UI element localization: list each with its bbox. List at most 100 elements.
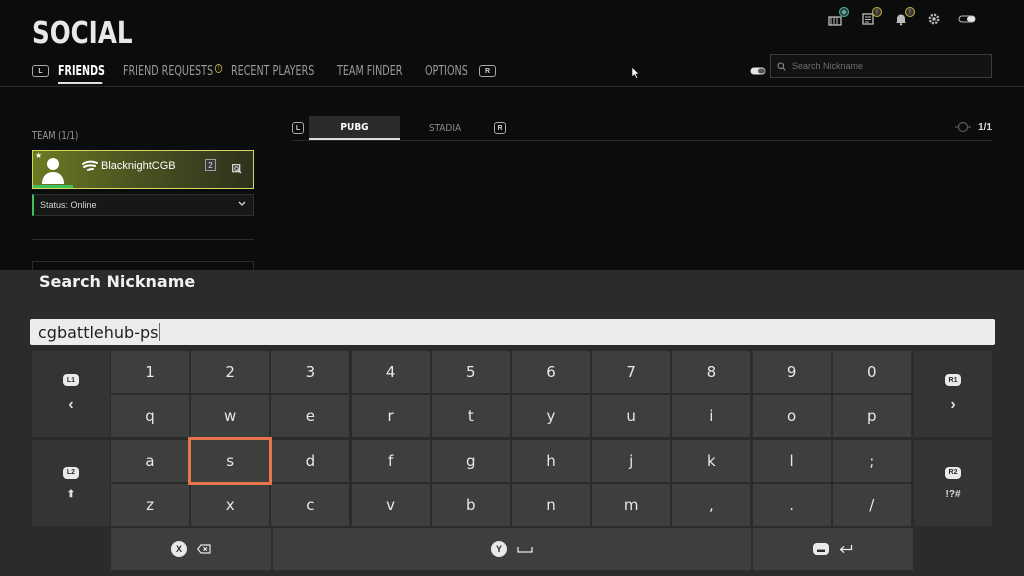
panel-divider [32,239,254,240]
key-j[interactable]: j [592,439,671,482]
key-e[interactable]: e [271,395,350,438]
key-x[interactable]: x [191,484,270,527]
tab-pubg[interactable]: PUBG [309,116,400,140]
chevron-right-icon: › [950,396,956,413]
on-screen-keyboard: Search Nickname cgbattlehub-ps 123456789… [0,270,1024,576]
search-icon [777,61,786,71]
top-icon-bar: ◆ ! ! [826,7,976,28]
enter-icon [839,545,853,554]
keyboard-title: Search Nickname [39,272,196,291]
bell-icon[interactable]: ! [892,7,915,28]
tab-friends[interactable]: FRIENDS [58,64,105,84]
l-trigger-hint: L [292,122,304,134]
store-icon[interactable]: ◆ [826,7,849,28]
l2-button-hint: L2 [63,466,79,479]
key-6[interactable]: 6 [512,351,590,393]
search-input[interactable] [792,61,982,71]
key-t[interactable]: t [431,395,510,438]
key-u[interactable]: u [592,395,671,438]
tab-friend-requests-label: FRIEND REQUESTS [123,63,214,79]
keyboard-text-field[interactable]: cgbattlehub-ps [30,319,995,345]
page-title: SOCIAL [32,16,133,51]
key-k[interactable]: k [672,439,751,482]
key-a[interactable]: a [111,439,189,482]
inspect-profile-icon[interactable] [232,164,242,174]
search-mode-toggle-icon[interactable] [750,62,766,80]
toggle-icon[interactable] [958,10,976,28]
space-icon [517,547,533,553]
l-bumper-hint: L [32,65,49,77]
tab-friend-requests[interactable]: FRIEND REQUESTS! [123,63,223,79]
key-3[interactable]: 3 [271,351,350,393]
key-r[interactable]: r [351,395,430,438]
tab-recent-players[interactable]: RECENT PLAYERS [231,64,318,79]
key-v[interactable]: v [351,484,430,527]
key-c[interactable]: c [271,484,350,527]
enter-key[interactable]: ▬ [753,528,913,570]
mouse-cursor-icon [631,66,640,84]
tab-stadia[interactable]: STADIA [400,116,490,140]
y-button-hint: Y [491,541,507,557]
key-symbol[interactable]: / [832,484,911,527]
keyboard-text-value: cgbattlehub-ps [38,322,159,342]
key-s[interactable]: s [188,436,273,485]
player-level-badge: 2 [205,159,216,171]
key-i[interactable]: i [672,395,751,438]
r2-symbols-key[interactable]: R2 !?# [914,440,992,526]
avatar [42,158,64,184]
backspace-icon [197,544,211,554]
key-y[interactable]: y [512,395,590,438]
bell-badge: ! [905,7,915,17]
chevron-left-icon: ‹ [68,396,74,413]
key-z[interactable]: z [111,484,189,527]
key-1[interactable]: 1 [111,351,189,393]
header-divider [0,86,1024,87]
key-w[interactable]: w [191,395,270,438]
page-nav-icon [955,121,972,133]
news-icon[interactable]: ! [859,7,882,28]
key-8[interactable]: 8 [672,351,751,393]
l2-shift-key[interactable]: L2 ⬆ [32,440,110,526]
team-label: TEAM (1/1) [32,129,79,142]
key-n[interactable]: n [512,484,590,527]
team-member-card[interactable]: ★ BlacknightCGB 2 [32,150,254,189]
key-b[interactable]: b [431,484,510,527]
key-d[interactable]: d [271,439,350,482]
symbols-label: !?# [945,488,961,500]
key-9[interactable]: 9 [752,351,831,393]
page-indicator: 1/1 [954,121,992,133]
tab-options[interactable]: OPTIONS [425,64,469,79]
news-badge: ! [872,7,882,17]
online-indicator [33,185,73,188]
key-symbol[interactable]: ; [832,439,911,482]
space-key[interactable]: Y [273,528,751,570]
backspace-key[interactable]: X [111,528,271,570]
x-button-hint: X [171,541,187,557]
social-nav-tabs: L FRIENDS FRIEND REQUESTS! RECENT PLAYER… [32,60,496,84]
tabs-divider [292,140,992,141]
store-badge-icon: ◆ [839,7,849,17]
key-o[interactable]: o [752,395,831,438]
key-f[interactable]: f [351,439,430,482]
status-dropdown[interactable]: Status: Online [32,194,254,216]
tab-team-finder[interactable]: TEAM FINDER [337,64,409,79]
key-l[interactable]: l [752,439,831,482]
key-2[interactable]: 2 [191,351,270,393]
key-4[interactable]: 4 [351,351,430,393]
gear-icon[interactable] [925,10,943,28]
key-symbol[interactable]: . [752,484,831,527]
search-nickname-field[interactable] [770,54,992,78]
key-p[interactable]: p [832,395,911,438]
key-5[interactable]: 5 [431,351,510,393]
r2-button-hint: R2 [945,466,961,479]
key-q[interactable]: q [111,395,189,438]
key-7[interactable]: 7 [592,351,671,393]
r1-next-key[interactable]: R1 › [914,351,992,437]
shift-arrow-icon: ⬆ [66,488,76,500]
key-m[interactable]: m [592,484,671,527]
key-0[interactable]: 0 [832,351,911,393]
key-symbol[interactable]: , [672,484,751,527]
key-h[interactable]: h [512,439,590,482]
key-g[interactable]: g [431,439,510,482]
l1-previous-key[interactable]: L1 ‹ [32,351,110,437]
